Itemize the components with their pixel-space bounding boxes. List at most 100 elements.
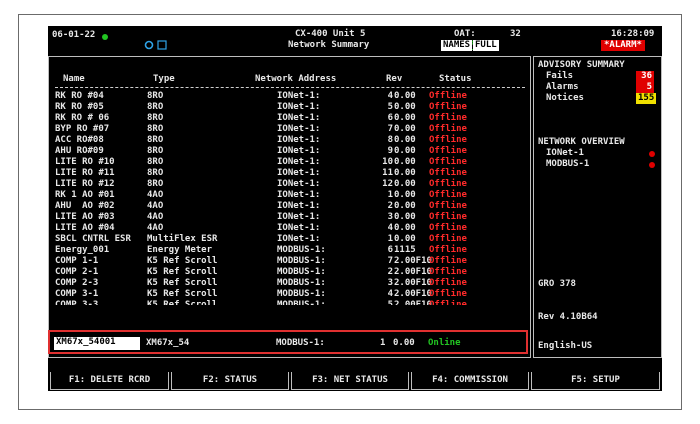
- cell-addr: 4: [387, 223, 393, 233]
- cell-name: LITE RO #10: [55, 157, 115, 167]
- gro-label: GRO 378: [538, 279, 576, 289]
- network-modbus[interactable]: MODBUS-1: [546, 159, 589, 170]
- cell-net: MODBUS-1:: [277, 267, 326, 277]
- f2-status-button[interactable]: F2: STATUS: [171, 372, 289, 390]
- cell-addr: 9: [387, 146, 393, 156]
- cell-status: Offline: [429, 267, 467, 277]
- cell-net: MODBUS-1:: [277, 289, 326, 299]
- cell-status: Offline: [429, 201, 467, 211]
- cell-name: RK RO #04: [55, 91, 104, 101]
- col-header-name: Name: [63, 74, 85, 84]
- cell-name: ACC RO#08: [55, 135, 104, 145]
- f4-commission-button[interactable]: F4: COMMISSION: [411, 372, 529, 390]
- table-row[interactable]: COMP 2-1 K5 Ref Scroll MODBUS-1: 2 2.00F10 Of…: [49, 267, 530, 278]
- notices-count[interactable]: 155: [636, 93, 657, 104]
- cell-name: RK RO # 06: [55, 113, 110, 123]
- cell-net: MODBUS-1:: [277, 256, 326, 266]
- cell-status: Offline: [429, 146, 467, 156]
- cell-type: 8RO: [147, 113, 164, 123]
- cell-status: Offline: [429, 212, 467, 222]
- cell-name: COMP 2-1: [55, 267, 99, 277]
- alarm-indicator[interactable]: *ALARM*: [601, 40, 645, 51]
- cell-name: COMP 1-1: [55, 256, 99, 266]
- cell-net: IONet-1:: [277, 102, 321, 112]
- cell-status: Offline: [429, 278, 467, 288]
- f3-net-status-button[interactable]: F3: NET STATUS: [291, 372, 409, 390]
- cell-rev: 0.00: [394, 91, 416, 101]
- cell-type: Energy Meter: [147, 245, 213, 255]
- cell-rev: 0.00: [394, 146, 416, 156]
- cell-addr: 1: [387, 234, 393, 244]
- clock: 16:28:09: [611, 29, 655, 39]
- controller-screen: 06-01-22 CX-400 Unit 5 Network Summary O…: [48, 26, 662, 391]
- table-row[interactable]: LITE RO #10 8RO IONet-1: 10 0.00 Offline: [49, 157, 530, 168]
- table-row[interactable]: RK RO # 06 8RO IONet-1: 6 0.00 Offline: [49, 113, 530, 124]
- cell-status: Offline: [429, 234, 467, 244]
- cell-rev: 2.00F10: [394, 300, 432, 305]
- names-toggle[interactable]: NAMES: [441, 40, 473, 51]
- full-toggle[interactable]: FULL: [473, 40, 499, 51]
- cell-rev: 0.00: [394, 212, 416, 222]
- cell-status: Offline: [429, 223, 467, 233]
- table-row[interactable]: RK 1 AO #01 4AO IONet-1: 1 0.00 Offline: [49, 190, 530, 201]
- table-row[interactable]: RK RO #04 8RO IONet-1: 4 0.00 Offline: [49, 91, 530, 102]
- col-header-status: Status: [439, 74, 472, 84]
- table-row[interactable]: Energy_001 Energy Meter MODBUS-1: 6 1115 Offl…: [49, 245, 530, 256]
- table-row[interactable]: LITE AO #03 4AO IONet-1: 3 0.00 Offline: [49, 212, 530, 223]
- f5-setup-button[interactable]: F5: SETUP: [531, 372, 660, 390]
- cell-name: LITE AO #03: [55, 212, 115, 222]
- cell-addr: 3: [387, 212, 393, 222]
- cell-name: AHU RO#09: [55, 146, 104, 156]
- cell-name: SBCL CNTRL ESR: [55, 234, 131, 244]
- cell-rev: 0.00: [394, 168, 416, 178]
- table-row[interactable]: AHU AO #02 4AO IONet-1: 2 0.00 Offline: [49, 201, 530, 212]
- cell-status: Offline: [429, 124, 467, 134]
- network-overview-title: NETWORK OVERVIEW: [538, 137, 625, 147]
- cell-net: MODBUS-1:: [277, 278, 326, 288]
- table-row[interactable]: LITE RO #12 8RO IONet-1: 12 0.00 Offline: [49, 179, 530, 190]
- selected-status: Online: [428, 338, 461, 348]
- status-dot-icon: [102, 33, 108, 44]
- cell-name: COMP 2-3: [55, 278, 99, 288]
- cell-type: 8RO: [147, 124, 164, 134]
- table-row[interactable]: ACC RO#08 8RO IONet-1: 8 0.00 Offline: [49, 135, 530, 146]
- network-summary-table: Name Type Network Address Rev Status RK …: [48, 56, 531, 358]
- f1-delete-record-button[interactable]: F1: DELETE RCRD: [50, 372, 169, 390]
- table-row[interactable]: COMP 2-3 K5 Ref Scroll MODBUS-1: 3 2.00F10 Of…: [49, 278, 530, 289]
- cell-rev: 2.00F10: [394, 256, 432, 266]
- cell-rev: 0.00: [394, 157, 416, 167]
- table-row[interactable]: LITE RO #11 8RO IONet-1: 11 0.00 Offline: [49, 168, 530, 179]
- fails-label: Fails: [546, 71, 574, 81]
- table-row[interactable]: COMP 3-1 K5 Ref Scroll MODBUS-1: 4 2.00F10 Of…: [49, 289, 530, 300]
- cell-net: IONet-1:: [277, 146, 321, 156]
- cell-status: Offline: [429, 91, 467, 101]
- alarms-count[interactable]: 5: [636, 82, 654, 93]
- cell-rev: 0.00: [394, 135, 416, 145]
- modbus-status-dot-icon: [649, 161, 655, 172]
- table-row[interactable]: AHU RO#09 8RO IONet-1: 9 0.00 Offline: [49, 146, 530, 157]
- table-row[interactable]: COMP 3-3 K5 Ref Scroll MODBUS-1: 5 2.00F10 Of…: [49, 300, 530, 305]
- cell-name: Energy_001: [55, 245, 110, 255]
- table-row[interactable]: COMP 1-1 K5 Ref Scroll MODBUS-1: 7 2.00F10 Of…: [49, 256, 530, 267]
- table-row[interactable]: RK RO #05 8RO IONet-1: 5 0.00 Offline: [49, 102, 530, 113]
- cell-net: IONet-1:: [277, 135, 321, 145]
- advisory-summary-title: ADVISORY SUMMARY: [538, 60, 625, 70]
- network-ionet[interactable]: IONet-1: [546, 148, 584, 159]
- cell-name: RK RO #05: [55, 102, 104, 112]
- cell-addr: 1: [387, 190, 393, 200]
- cell-rev: 0.00: [394, 201, 416, 211]
- col-header-rev: Rev: [386, 74, 403, 84]
- cell-rev: 2.00F10: [394, 278, 432, 288]
- table-row[interactable]: BYP RO #07 8RO IONet-1: 7 0.00 Offline: [49, 124, 530, 135]
- terminal-icon: [124, 29, 167, 50]
- cell-addr: 6: [387, 245, 393, 255]
- selected-name-input[interactable]: XM67x_54001: [54, 337, 140, 350]
- fails-count[interactable]: 36: [636, 71, 654, 82]
- cell-status: Offline: [429, 102, 467, 112]
- cell-status: Offline: [429, 157, 467, 167]
- cell-rev: 0.00: [394, 190, 416, 200]
- cell-type: 8RO: [147, 157, 164, 167]
- table-row[interactable]: LITE AO #04 4AO IONet-1: 4 0.00 Offline: [49, 223, 530, 234]
- table-row[interactable]: SBCL CNTRL ESR MultiFlex ESR IONet-1: 1 0.00…: [49, 234, 530, 245]
- cell-rev: 0.00: [394, 234, 416, 244]
